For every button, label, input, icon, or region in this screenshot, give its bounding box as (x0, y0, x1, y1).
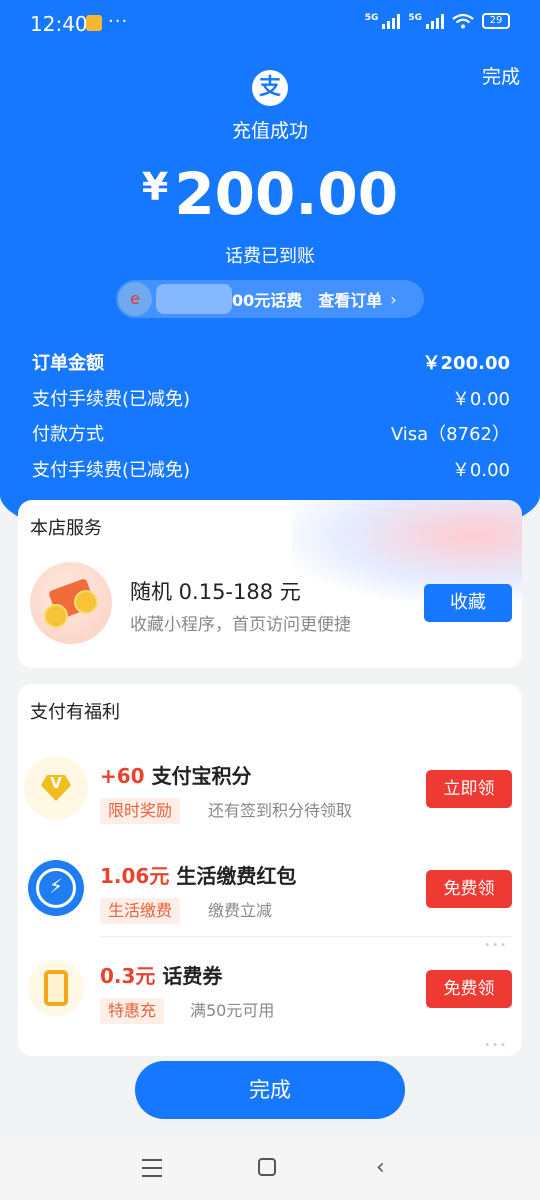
battery-icon: 29 (482, 13, 510, 29)
perk-title: 话费券 (162, 964, 223, 988)
done-button[interactable]: 完成 (135, 1061, 405, 1119)
perk-tag: 特惠充 (100, 998, 165, 1024)
status-bar: 12:40 ··· 5G 5G 29 (0, 0, 540, 46)
payment-perks-card: 支付有福利 V +60 支付宝积分 限时奖励 还有签到积分待领取 立即领 ⚡ 1… (18, 684, 522, 1056)
status-time: 12:40 (30, 12, 88, 36)
chevron-right-icon: › (390, 289, 397, 309)
recharge-success-title: 充值成功 (231, 120, 308, 142)
recent-apps-icon[interactable] (142, 1159, 162, 1177)
perk-item: V +60 支付宝积分 限时奖励 还有签到积分待领取 立即领 (18, 736, 522, 836)
done-button-top[interactable]: 完成 (482, 62, 520, 89)
perk-headline: +60 支付宝积分 (100, 760, 252, 789)
perks-title: 支付有福利 (30, 702, 120, 723)
order-item-text: 00元话费 (232, 291, 303, 310)
detail-value: Visa（8762） (390, 424, 510, 445)
detail-value: ￥200.00 (422, 353, 510, 374)
detail-label: 支付手续费(已减免) (32, 388, 191, 410)
detail-row: 订单金额 ￥200.00 (32, 346, 510, 382)
detail-value: ￥0.00 (451, 388, 510, 410)
paid-amount: ¥200.00 (0, 160, 540, 228)
cash-coins-icon (30, 562, 112, 644)
bolt-icon: ⚡ (28, 860, 84, 916)
amount-value: 200.00 (174, 160, 399, 228)
store-service-card: 本店服务 随机 0.15-188 元 收藏小程序，首页访问更便捷 收藏 (18, 500, 522, 668)
perk-value: +60 (100, 764, 145, 788)
signal-icon-1 (382, 13, 401, 29)
notification-app-icon (86, 15, 102, 31)
merchant-avatar-icon: e (118, 282, 152, 316)
network-type-2: 5G (408, 13, 422, 23)
home-icon[interactable] (258, 1158, 276, 1176)
perk-title: 生活缴费红包 (176, 864, 297, 888)
perk-title: 支付宝积分 (151, 764, 252, 788)
perk-item: 0.3元 话费券 特惠充 满50元可用 免费领 (18, 936, 522, 1036)
phone-icon (28, 960, 84, 1016)
perk-headline: 0.3元 话费券 (100, 960, 222, 989)
perk-headline: 1.06元 生活缴费红包 (100, 860, 296, 889)
arrived-status: 话费已到账 (225, 246, 315, 267)
order-details: 订单金额 ￥200.00 支付手续费(已减免) ￥0.00 付款方式 Visa（… (32, 346, 510, 488)
store-service-main-text: 随机 0.15-188 元 (130, 580, 301, 604)
network-type-1: 5G (364, 13, 379, 23)
perk-note: 满50元可用 (190, 1001, 275, 1020)
blurred-merchant-name (156, 284, 232, 314)
store-service-sub-text: 收藏小程序，首页访问更便捷 (130, 615, 351, 635)
currency-symbol: ¥ (141, 165, 169, 209)
perk-value: 1.06元 (100, 864, 170, 888)
status-icons: 5G 5G 29 (365, 13, 510, 29)
view-order-link[interactable]: 查看订单 (318, 287, 382, 311)
favorite-button[interactable]: 收藏 (424, 584, 512, 622)
detail-label: 支付手续费(已减免) (32, 459, 191, 481)
more-icon: ••• (484, 1040, 508, 1051)
view-order-pill[interactable]: e 00元话费 查看订单 › (116, 280, 424, 318)
signal-icon-2 (426, 13, 444, 29)
perk-value: 0.3元 (100, 964, 156, 988)
perk-item: ⚡ 1.06元 生活缴费红包 生活缴费 缴费立减 免费领 (18, 836, 522, 936)
perk-tag: 限时奖励 (100, 798, 181, 824)
perk-note: 缴费立减 (208, 901, 273, 920)
back-icon[interactable]: ‹ (376, 1155, 385, 1180)
claim-free-button[interactable]: 免费领 (426, 870, 512, 908)
claim-now-button[interactable]: 立即领 (426, 770, 512, 808)
points-badge-icon: V (28, 760, 84, 816)
detail-row: 支付手续费(已减免) ￥0.00 (32, 453, 510, 489)
store-service-title: 本店服务 (30, 518, 102, 539)
detail-row: 付款方式 Visa（8762） (32, 417, 510, 453)
detail-label: 付款方式 (32, 424, 104, 445)
perk-note: 还有签到积分待领取 (208, 801, 353, 820)
alipay-logo-icon: 支 (252, 70, 288, 106)
claim-free-button[interactable]: 免费领 (426, 970, 512, 1008)
perk-tag: 生活缴费 (100, 898, 181, 924)
system-nav-bar: ‹ (0, 1137, 540, 1200)
detail-row: 支付手续费(已减免) ￥0.00 (32, 382, 510, 418)
wifi-icon (452, 13, 474, 29)
detail-label: 订单金额 (32, 353, 104, 374)
detail-value: ￥0.00 (451, 459, 510, 481)
more-notifications-icon: ··· (108, 11, 129, 32)
